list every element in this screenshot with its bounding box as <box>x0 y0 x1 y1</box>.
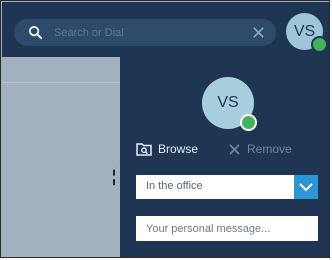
browse-label: Browse <box>158 142 199 156</box>
profile-presence-indicator <box>240 114 257 131</box>
remove-label: Remove <box>247 142 292 156</box>
presence-indicator <box>311 36 328 53</box>
search-input[interactable] <box>54 23 234 42</box>
remove-icon <box>229 143 240 155</box>
resize-handle[interactable] <box>113 166 119 188</box>
browse-icon <box>136 143 152 156</box>
search-icon <box>28 25 43 40</box>
status-dropdown[interactable]: In the office <box>136 175 318 199</box>
main-content-area <box>2 57 120 257</box>
status-value: In the office <box>146 180 203 192</box>
profile-avatar-initials: VS <box>217 94 239 111</box>
search-bar[interactable] <box>14 19 276 46</box>
content-divider <box>2 82 120 83</box>
avatar-initials: VS <box>293 22 316 40</box>
clear-search-icon[interactable] <box>252 26 265 39</box>
personal-message-input[interactable] <box>136 216 318 241</box>
chevron-down-icon <box>299 182 313 191</box>
status-dropdown-toggle[interactable] <box>294 175 318 199</box>
top-bar: VS <box>2 2 329 58</box>
profile-popover: VS Browse Remove In the office <box>120 57 329 257</box>
remove-button[interactable]: Remove <box>229 141 292 157</box>
window-frame: VS VS Browse Remove In the o <box>0 0 330 258</box>
browse-button[interactable]: Browse <box>136 141 198 157</box>
